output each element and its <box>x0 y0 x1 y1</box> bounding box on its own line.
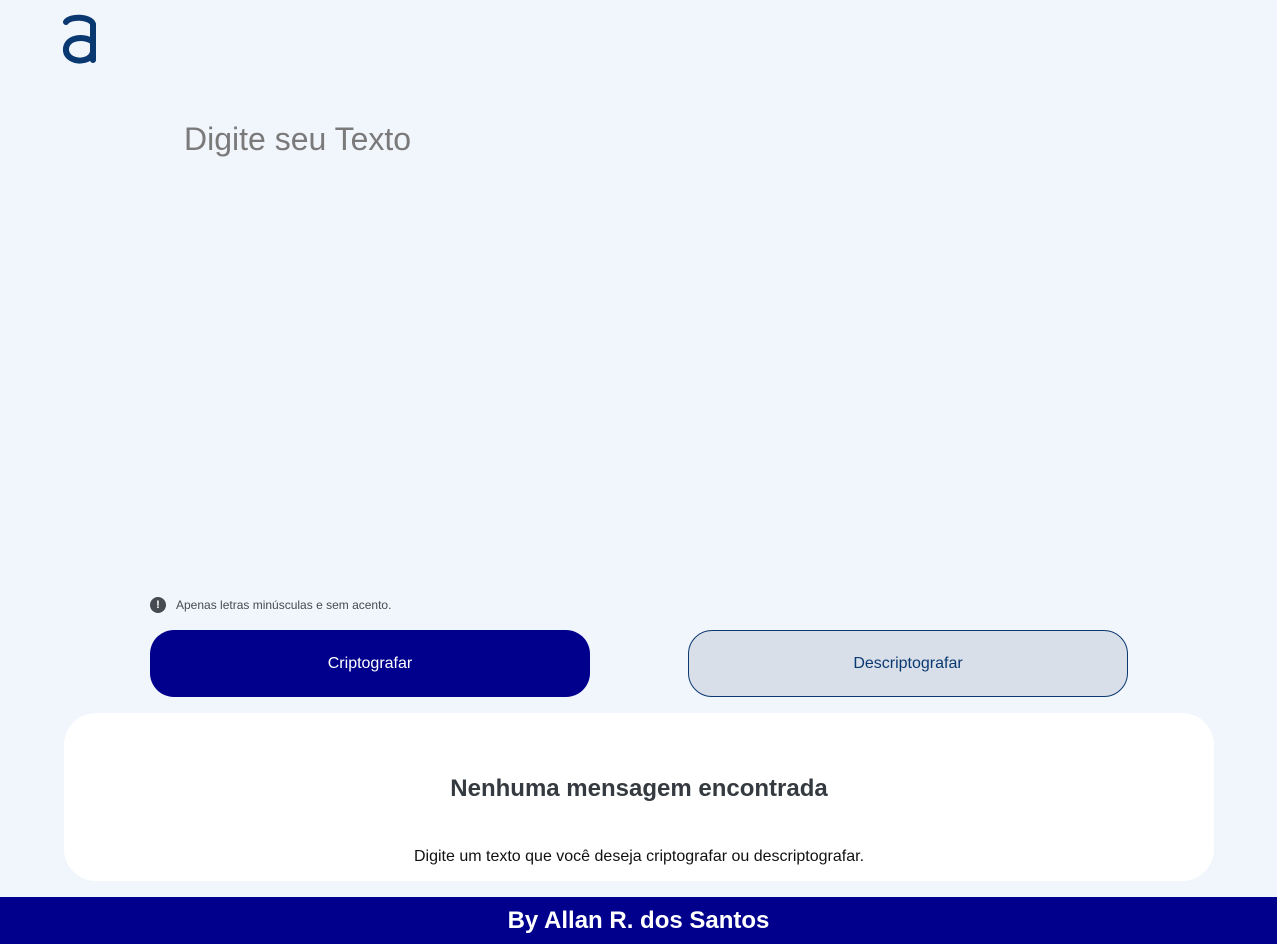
footer-text: By Allan R. dos Santos <box>507 906 770 934</box>
logo-icon <box>63 14 96 64</box>
encrypt-button[interactable]: Criptografar <box>150 630 590 697</box>
decrypt-button[interactable]: Descriptografar <box>688 630 1128 697</box>
output-title: Nenhuma mensagem encontrada <box>450 775 828 802</box>
output-panel: Nenhuma mensagem encontrada Digite um te… <box>64 713 1214 881</box>
text-input[interactable] <box>180 116 1128 556</box>
hint-text: Apenas letras minúsculas e sem acento. <box>176 598 392 612</box>
page: ! Apenas letras minúsculas e sem acento.… <box>0 0 1277 944</box>
exclamation-circle-icon: ! <box>150 597 166 613</box>
hint: ! Apenas letras minúsculas e sem acento. <box>150 597 391 613</box>
output-text: Digite um texto que você deseja criptogr… <box>413 848 865 865</box>
footer: By Allan R. dos Santos <box>0 897 1277 944</box>
